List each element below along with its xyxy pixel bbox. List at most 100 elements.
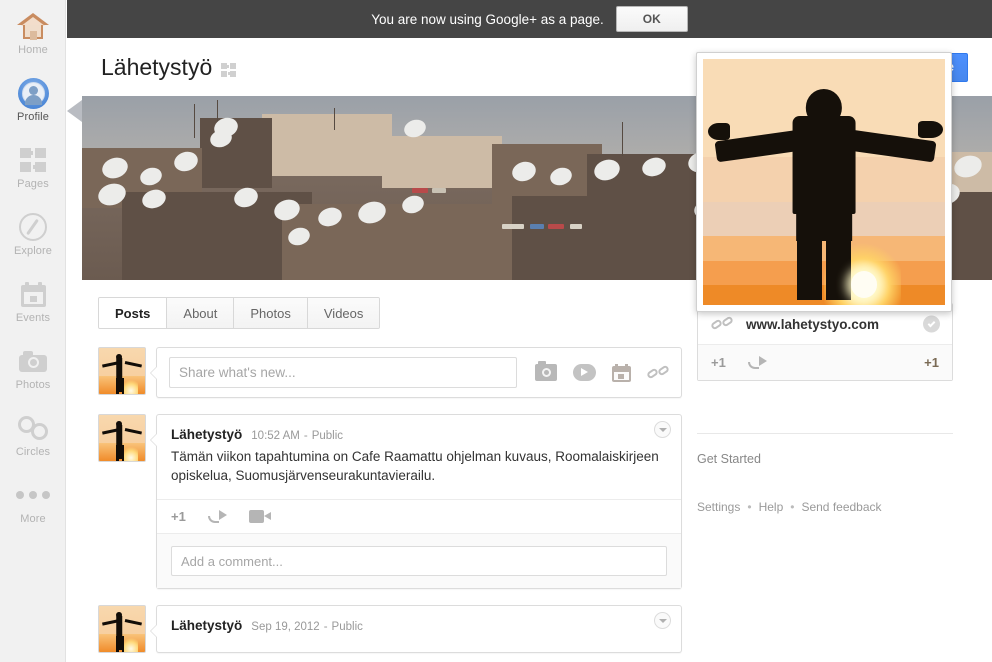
cover-laundry bbox=[412, 188, 428, 193]
cover-building bbox=[512, 196, 722, 280]
post-text: Tämän viikon tapahtumina on Cafe Raamatt… bbox=[171, 449, 659, 483]
post-menu-button[interactable] bbox=[654, 612, 671, 629]
sidebar-item-profile[interactable]: Profile bbox=[0, 67, 66, 134]
avatar[interactable] bbox=[98, 414, 146, 462]
camcorder-icon[interactable] bbox=[248, 510, 271, 523]
tab-photos[interactable]: Photos bbox=[234, 298, 308, 328]
video-icon[interactable] bbox=[573, 364, 596, 381]
footer-links: Settings • Help • Send feedback bbox=[697, 500, 953, 514]
profile-photo-image bbox=[703, 59, 945, 305]
post-body: Lähetystyö Sep 19, 2012 - Public bbox=[150, 605, 682, 653]
photos-icon bbox=[19, 346, 47, 376]
sidebar-item-pages[interactable]: Pages bbox=[0, 134, 66, 201]
profile-icon bbox=[17, 77, 49, 109]
post-menu-button[interactable] bbox=[654, 421, 671, 438]
cover-antenna bbox=[334, 108, 335, 130]
sidebar-item-label: More bbox=[20, 513, 46, 525]
cover-laundry bbox=[502, 224, 524, 229]
post-header: Lähetystyö Sep 19, 2012 - Public bbox=[157, 606, 681, 633]
left-sidebar: Home Profile Pages Explore Events Photos… bbox=[0, 0, 66, 662]
main-content: Posts About Photos Videos Share what's n… bbox=[82, 280, 992, 662]
get-started-link[interactable]: Get Started bbox=[697, 433, 953, 466]
sidebar-item-explore[interactable]: Explore bbox=[0, 201, 66, 268]
post: Lähetystyö 10:52 AM - Public Tämän viiko… bbox=[98, 414, 682, 589]
sidebar-item-label: Events bbox=[15, 312, 51, 324]
cover-building bbox=[262, 114, 392, 176]
avatar[interactable] bbox=[98, 605, 146, 653]
link-card: www.lahetystyo.com +1 +1 bbox=[697, 303, 953, 381]
link-actions: +1 +1 bbox=[698, 345, 952, 380]
post-text bbox=[157, 633, 681, 652]
notification-message: You are now using Google+ as a page. bbox=[371, 11, 604, 27]
chevron-down-icon bbox=[658, 618, 667, 623]
pages-badge-icon bbox=[221, 63, 237, 77]
send-feedback-link[interactable]: Send feedback bbox=[801, 500, 881, 514]
tab-videos[interactable]: Videos bbox=[307, 298, 380, 328]
post-separator: - bbox=[323, 621, 328, 633]
sidebar-item-label: Photos bbox=[15, 379, 51, 391]
footer-separator: • bbox=[790, 500, 795, 514]
link-icon bbox=[709, 315, 735, 333]
cover-laundry bbox=[530, 224, 544, 229]
cover-antenna bbox=[622, 122, 623, 156]
post-body: Lähetystyö 10:52 AM - Public Tämän viiko… bbox=[150, 414, 682, 589]
sidebar-item-home[interactable]: Home bbox=[0, 0, 66, 67]
share-icons bbox=[517, 361, 671, 382]
sidebar-item-photos[interactable]: Photos bbox=[0, 335, 66, 402]
cover-laundry bbox=[570, 224, 582, 229]
cover-building bbox=[492, 144, 602, 204]
settings-link[interactable]: Settings bbox=[697, 500, 740, 514]
check-circle-icon[interactable] bbox=[923, 315, 940, 333]
post-author[interactable]: Lähetystyö bbox=[171, 618, 242, 633]
sidebar-item-label: Circles bbox=[15, 446, 51, 458]
pages-icon bbox=[20, 145, 46, 175]
tab-about[interactable]: About bbox=[167, 298, 235, 328]
cover-building bbox=[382, 136, 502, 188]
avatar[interactable] bbox=[98, 347, 146, 395]
circles-icon bbox=[18, 413, 48, 443]
share-bubble bbox=[150, 347, 682, 398]
sidebar-item-events[interactable]: Events bbox=[0, 268, 66, 335]
post-separator: - bbox=[303, 430, 308, 442]
share-arrow-icon[interactable] bbox=[747, 355, 767, 370]
sidebar-item-more[interactable]: More bbox=[0, 469, 66, 536]
cover-laundry bbox=[548, 224, 564, 229]
plus-one-button[interactable]: +1 bbox=[171, 509, 186, 524]
post-timestamp: 10:52 AM bbox=[251, 430, 300, 442]
post-visibility: Public bbox=[331, 621, 363, 633]
profile-photo-popup[interactable] bbox=[696, 52, 952, 312]
sidebar-item-label: Home bbox=[18, 44, 48, 56]
share-input[interactable] bbox=[169, 357, 517, 388]
post-actions: +1 bbox=[157, 499, 681, 533]
camera-icon[interactable] bbox=[535, 361, 557, 381]
comment-input[interactable] bbox=[171, 546, 667, 576]
plus-one-count: +1 bbox=[924, 355, 939, 370]
cover-antenna bbox=[194, 104, 195, 138]
sidebar-item-label: Pages bbox=[17, 178, 49, 190]
cover-laundry bbox=[432, 188, 446, 193]
tab-posts[interactable]: Posts bbox=[99, 298, 168, 328]
sidebar-item-label: Profile bbox=[17, 111, 49, 123]
calendar-icon[interactable] bbox=[612, 363, 631, 382]
chevron-down-icon bbox=[658, 427, 667, 432]
share-row bbox=[98, 347, 682, 398]
page-title: Lähetystyö bbox=[101, 53, 213, 80]
cover-pointer-arrow bbox=[67, 100, 82, 122]
share-arrow-icon[interactable] bbox=[207, 509, 227, 524]
sidebar-item-circles[interactable]: Circles bbox=[0, 402, 66, 469]
link-url[interactable]: www.lahetystyo.com bbox=[746, 317, 879, 332]
help-link[interactable]: Help bbox=[759, 500, 784, 514]
notification-ok-button[interactable]: OK bbox=[615, 6, 688, 32]
profile-tabs: Posts About Photos Videos bbox=[98, 297, 381, 329]
notification-bar: You are now using Google+ as a page. OK bbox=[67, 0, 992, 38]
post-stream: Lähetystyö 10:52 AM - Public Tämän viiko… bbox=[98, 347, 682, 653]
plus-one-button[interactable]: +1 bbox=[711, 355, 726, 370]
post-timestamp: Sep 19, 2012 bbox=[251, 621, 320, 633]
events-icon bbox=[20, 279, 46, 309]
post-author[interactable]: Lähetystyö bbox=[171, 427, 242, 442]
footer-separator: • bbox=[747, 500, 752, 514]
post-visibility: Public bbox=[311, 430, 344, 442]
home-icon bbox=[17, 11, 49, 41]
link-icon[interactable] bbox=[645, 363, 671, 382]
more-dots-icon bbox=[16, 480, 50, 510]
